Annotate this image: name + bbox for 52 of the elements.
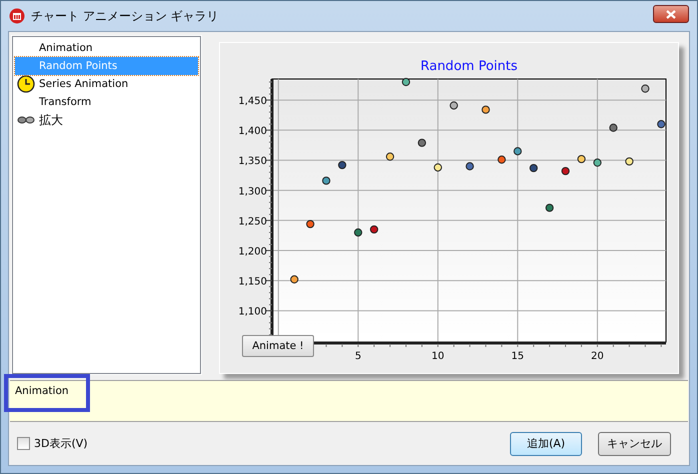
data-point	[498, 156, 506, 164]
data-point	[290, 275, 298, 284]
x-tick-label: 20	[591, 351, 604, 362]
data-point	[354, 228, 362, 237]
data-point	[609, 124, 618, 132]
data-point	[402, 78, 410, 86]
tree-item[interactable]: 拡大	[15, 111, 198, 129]
data-point	[338, 160, 346, 170]
y-tick-label: 1,350	[238, 156, 267, 168]
data-point	[561, 166, 570, 176]
dialog-button[interactable]: キャンセル	[598, 432, 671, 456]
x-tick-label: 10	[432, 351, 444, 362]
animate-button[interactable]: Animate !	[242, 335, 314, 357]
data-point	[386, 152, 394, 161]
x-tick-label: 5	[354, 351, 362, 362]
y-tick-label: 1,400	[238, 126, 267, 138]
y-tick-label: 1,250	[238, 216, 267, 228]
data-point	[322, 176, 330, 185]
data-point	[434, 163, 442, 172]
data-point	[641, 84, 650, 93]
checkbox[interactable]	[17, 437, 30, 450]
x-tick-label: 15	[511, 351, 524, 362]
chart-title: Random Points	[420, 59, 518, 74]
clock-icon	[15, 75, 37, 93]
close-button[interactable]	[653, 5, 689, 23]
data-point	[593, 158, 602, 167]
y-tick-label: 1,300	[238, 186, 267, 198]
data-point	[466, 162, 474, 170]
dialog-button[interactable]: 追加(A)	[510, 432, 582, 456]
data-point	[514, 147, 522, 156]
description-text: Animation	[15, 385, 69, 397]
data-point	[657, 120, 666, 128]
data-point	[418, 138, 426, 147]
window-title: チャート アニメーション ギャラリ	[31, 8, 220, 24]
data-point	[306, 220, 314, 228]
glasses-icon	[15, 115, 37, 125]
data-point	[530, 164, 538, 172]
tree-item[interactable]: Transform	[15, 93, 198, 111]
data-point	[482, 106, 490, 114]
data-point	[370, 225, 378, 234]
tree-item[interactable]: Series Animation	[15, 75, 198, 93]
close-icon	[666, 10, 676, 18]
tree-item[interactable]: Animation	[15, 39, 198, 57]
data-point	[545, 204, 554, 212]
app-icon	[9, 8, 25, 24]
checkbox-label[interactable]: 3D表示(V)	[34, 436, 88, 451]
data-point	[577, 154, 586, 164]
y-tick-label: 1,200	[238, 246, 267, 258]
y-tick-label: 1,100	[238, 306, 267, 318]
data-point	[625, 157, 634, 166]
y-tick-label: 1,150	[238, 276, 267, 288]
y-tick-label: 1,450	[238, 96, 267, 108]
